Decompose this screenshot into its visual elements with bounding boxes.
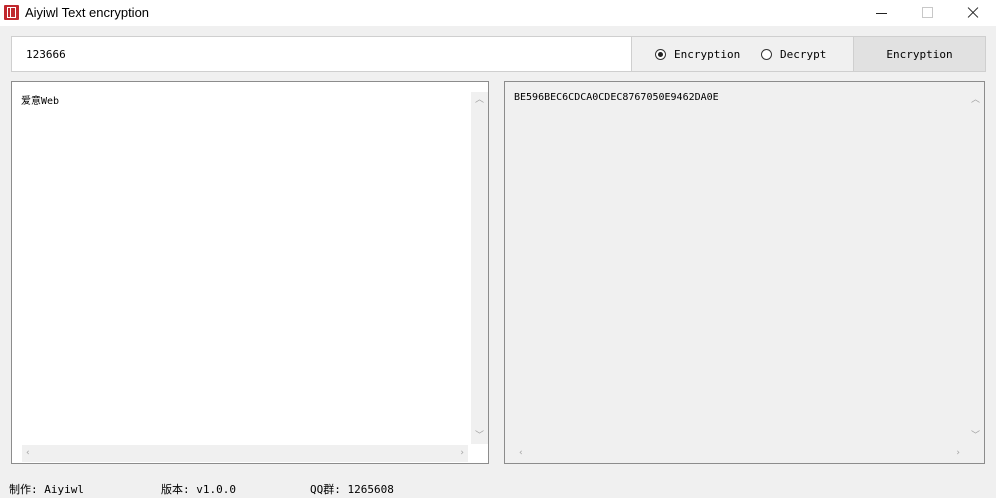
minimize-button[interactable] (858, 0, 904, 26)
scroll-left-icon[interactable]: ‹ (26, 448, 30, 458)
radio-encryption-dot[interactable] (655, 48, 666, 60)
input-text-panel[interactable]: 爱意Web ︿ ﹀ ‹ › (11, 81, 489, 464)
key-toolbar: Encryption Decrypt Encryption (11, 36, 986, 72)
output-horizontal-scrollbar[interactable]: ‹ › (515, 445, 964, 462)
radio-decrypt[interactable]: Decrypt (761, 46, 826, 62)
key-input[interactable] (12, 37, 632, 71)
scroll-right-icon[interactable]: › (956, 448, 960, 458)
status-bar: 制作: Aiyiwl 版本: v1.0.0 QQ群: 1265608 (0, 476, 996, 498)
scroll-down-icon[interactable]: ﹀ (475, 431, 484, 441)
input-vertical-scrollbar[interactable]: ︿ ﹀ (471, 92, 488, 444)
title-bar: Aiyiwl Text encryption (0, 0, 996, 26)
maximize-button[interactable] (904, 0, 950, 26)
status-version: 版本: v1.0.0 (161, 483, 236, 496)
output-text[interactable]: BE596BEC6CDCA0CDEC8767050E9462DA0E (514, 92, 962, 103)
output-text-panel[interactable]: BE596BEC6CDCA0CDEC8767050E9462DA0E ︿ ﹀ ‹… (504, 81, 985, 464)
radio-decrypt-dot[interactable] (761, 48, 772, 60)
input-horizontal-scrollbar[interactable]: ‹ › (22, 445, 468, 462)
scroll-up-icon[interactable]: ︿ (475, 95, 484, 105)
status-qq-group: QQ群: 1265608 (310, 483, 394, 496)
scroll-up-icon[interactable]: ︿ (971, 95, 980, 105)
scroll-right-icon[interactable]: › (460, 448, 464, 458)
encryption-button[interactable]: Encryption (853, 37, 985, 71)
status-author: 制作: Aiyiwl (9, 483, 84, 496)
radio-decrypt-label: Decrypt (780, 47, 827, 61)
input-text[interactable]: 爱意Web (21, 92, 466, 107)
window-title: Aiyiwl Text encryption (25, 5, 150, 20)
scroll-left-icon[interactable]: ‹ (519, 448, 523, 458)
app-logo-icon (4, 5, 19, 20)
close-button[interactable] (950, 0, 996, 26)
radio-encryption-label: Encryption (674, 47, 741, 61)
output-vertical-scrollbar[interactable]: ︿ ﹀ (967, 92, 984, 444)
scroll-down-icon[interactable]: ﹀ (971, 431, 980, 441)
radio-encryption[interactable]: Encryption (655, 46, 740, 62)
